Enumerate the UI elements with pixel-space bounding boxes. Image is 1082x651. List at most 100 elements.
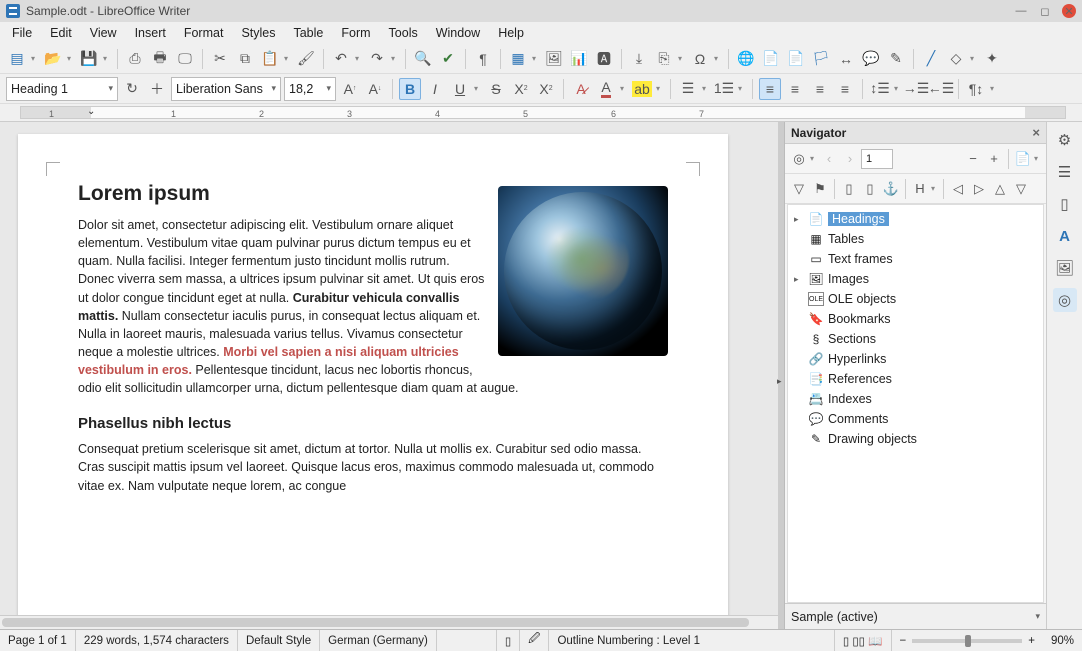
zoom-slider[interactable]: [912, 639, 1022, 643]
dropdown-icon[interactable]: ▾: [355, 54, 363, 63]
status-language[interactable]: German (Germany): [320, 630, 437, 651]
page[interactable]: Lorem ipsum Dolor sit amet, consectetur …: [18, 134, 728, 615]
comment-button[interactable]: 💬: [860, 48, 882, 70]
dropdown-icon[interactable]: ▾: [532, 54, 540, 63]
sidebar-gallery-button[interactable]: 🖼: [1053, 256, 1077, 280]
nav-zoom-out-button[interactable]: −: [963, 149, 983, 169]
page-break-button[interactable]: ⤓: [628, 48, 650, 70]
expand-icon[interactable]: ▸: [794, 214, 804, 225]
nav-footer-button[interactable]: ▯: [860, 179, 880, 199]
draw-functions-button[interactable]: ✦: [981, 48, 1003, 70]
menu-insert[interactable]: Insert: [127, 24, 174, 42]
bookmark-button[interactable]: 🏳: [810, 48, 832, 70]
menu-styles[interactable]: Styles: [233, 24, 283, 42]
special-char-button[interactable]: Ω: [689, 48, 711, 70]
nav-heading-levels-button[interactable]: H: [910, 179, 930, 199]
bullets-button[interactable]: ☰: [677, 78, 699, 100]
hyperlink-button[interactable]: 🌐: [735, 48, 757, 70]
redo-button[interactable]: ↷: [366, 48, 388, 70]
horizontal-ruler[interactable]: 1 1 2 3 4 5 6 7 ⌄: [0, 104, 1082, 122]
dropdown-icon[interactable]: ▾: [284, 54, 292, 63]
line-spacing-button[interactable]: ↕☰: [869, 78, 891, 100]
status-zoom-value[interactable]: 90%: [1043, 630, 1082, 651]
dropdown-icon[interactable]: ▾: [103, 54, 111, 63]
print-preview-button[interactable]: 🖵: [174, 48, 196, 70]
menu-window[interactable]: Window: [428, 24, 488, 42]
basic-shapes-button[interactable]: ◇: [945, 48, 967, 70]
status-signature[interactable]: 🖉: [520, 630, 549, 651]
textbox-button[interactable]: 🅰: [593, 48, 615, 70]
menu-form[interactable]: Form: [333, 24, 378, 42]
menu-table[interactable]: Table: [285, 24, 331, 42]
paragraph-style-combo[interactable]: Heading 1 ▾: [6, 77, 118, 101]
status-outline[interactable]: Outline Numbering : Level 1: [549, 630, 834, 651]
minimize-button[interactable]: —: [1014, 4, 1028, 18]
nav-next-button[interactable]: ›: [840, 149, 860, 169]
font-size-combo[interactable]: 18,2 ▾: [284, 77, 336, 101]
align-left-button[interactable]: ≡: [759, 78, 781, 100]
increase-indent-button[interactable]: →☰: [905, 78, 927, 100]
dropdown-icon[interactable]: ▾: [620, 84, 628, 93]
dropdown-icon[interactable]: ▾: [894, 84, 902, 93]
field-button[interactable]: ⎘: [653, 48, 675, 70]
tree-item-ole-objects[interactable]: OLEOLE objects: [788, 289, 1043, 309]
track-changes-button[interactable]: ✎: [885, 48, 907, 70]
nav-move-up-button[interactable]: △: [990, 179, 1010, 199]
tree-item-hyperlinks[interactable]: 🔗Hyperlinks: [788, 349, 1043, 369]
nav-toggle-button[interactable]: ◎: [789, 149, 809, 169]
nav-zoom-in-button[interactable]: +: [984, 149, 1004, 169]
open-button[interactable]: 📂: [42, 48, 64, 70]
superscript-button[interactable]: X2: [510, 78, 532, 100]
paste-button[interactable]: 📋: [259, 48, 281, 70]
endnote-button[interactable]: 📄: [785, 48, 807, 70]
strike-button[interactable]: S: [485, 78, 507, 100]
dropdown-icon[interactable]: ▾: [990, 84, 998, 93]
sidebar-properties-button[interactable]: ☰: [1053, 160, 1077, 184]
nav-move-down-button[interactable]: ▽: [1011, 179, 1031, 199]
panel-splitter[interactable]: [778, 122, 784, 629]
sidebar-page-button[interactable]: ▯: [1053, 192, 1077, 216]
dropdown-icon[interactable]: ▾: [714, 54, 722, 63]
tree-item-headings[interactable]: ▸📄Headings: [788, 209, 1043, 229]
menu-edit[interactable]: Edit: [42, 24, 80, 42]
cut-button[interactable]: ✂: [209, 48, 231, 70]
tree-item-indexes[interactable]: 📇Indexes: [788, 389, 1043, 409]
para-spacing-button[interactable]: ¶↕: [965, 78, 987, 100]
numbering-button[interactable]: 1☰: [713, 78, 735, 100]
nav-demote-button[interactable]: ▷: [969, 179, 989, 199]
tree-item-references[interactable]: 📑References: [788, 369, 1043, 389]
navigator-footer[interactable]: Sample (active) ▾: [785, 603, 1046, 629]
align-right-button[interactable]: ≡: [809, 78, 831, 100]
find-button[interactable]: 🔍: [412, 48, 434, 70]
tree-item-bookmarks[interactable]: 🔖Bookmarks: [788, 309, 1043, 329]
dropdown-icon[interactable]: ▾: [474, 84, 482, 93]
highlight-button[interactable]: ab: [631, 78, 653, 100]
zoom-in-button[interactable]: +: [1028, 635, 1035, 647]
sidebar-settings-button[interactable]: ⚙: [1053, 128, 1077, 152]
status-selection-mode[interactable]: ▯: [497, 630, 520, 651]
chart-button[interactable]: 📊: [568, 48, 590, 70]
nav-content-view-button[interactable]: ▽: [789, 179, 809, 199]
dropdown-icon[interactable]: ▾: [702, 84, 710, 93]
nav-anchor-button[interactable]: ⚓: [881, 179, 901, 199]
clone-format-button[interactable]: 🖌: [295, 48, 317, 70]
sidebar-styles-button[interactable]: A: [1053, 224, 1077, 248]
sidebar-navigator-button[interactable]: ◎: [1053, 288, 1077, 312]
dropdown-icon[interactable]: ▾: [810, 154, 818, 163]
tree-item-tables[interactable]: ▦Tables: [788, 229, 1043, 249]
horizontal-scrollbar[interactable]: [0, 615, 778, 629]
dropdown-icon[interactable]: ▾: [678, 54, 686, 63]
menu-format[interactable]: Format: [176, 24, 232, 42]
footnote-button[interactable]: 📄: [760, 48, 782, 70]
navigator-close-button[interactable]: ×: [1032, 125, 1040, 140]
line-button[interactable]: ╱: [920, 48, 942, 70]
bold-button[interactable]: B: [399, 78, 421, 100]
menu-tools[interactable]: Tools: [381, 24, 426, 42]
dropdown-icon[interactable]: ▾: [738, 84, 746, 93]
font-name-combo[interactable]: Liberation Sans ▾: [171, 77, 281, 101]
image-button[interactable]: 🖼: [543, 48, 565, 70]
dropdown-icon[interactable]: ▾: [970, 54, 978, 63]
status-insert-mode[interactable]: [437, 630, 497, 651]
navigator-tree[interactable]: ▸📄Headings▦Tables▭Text frames▸🖼ImagesOLE…: [787, 204, 1044, 603]
close-button[interactable]: ✕: [1062, 4, 1076, 18]
